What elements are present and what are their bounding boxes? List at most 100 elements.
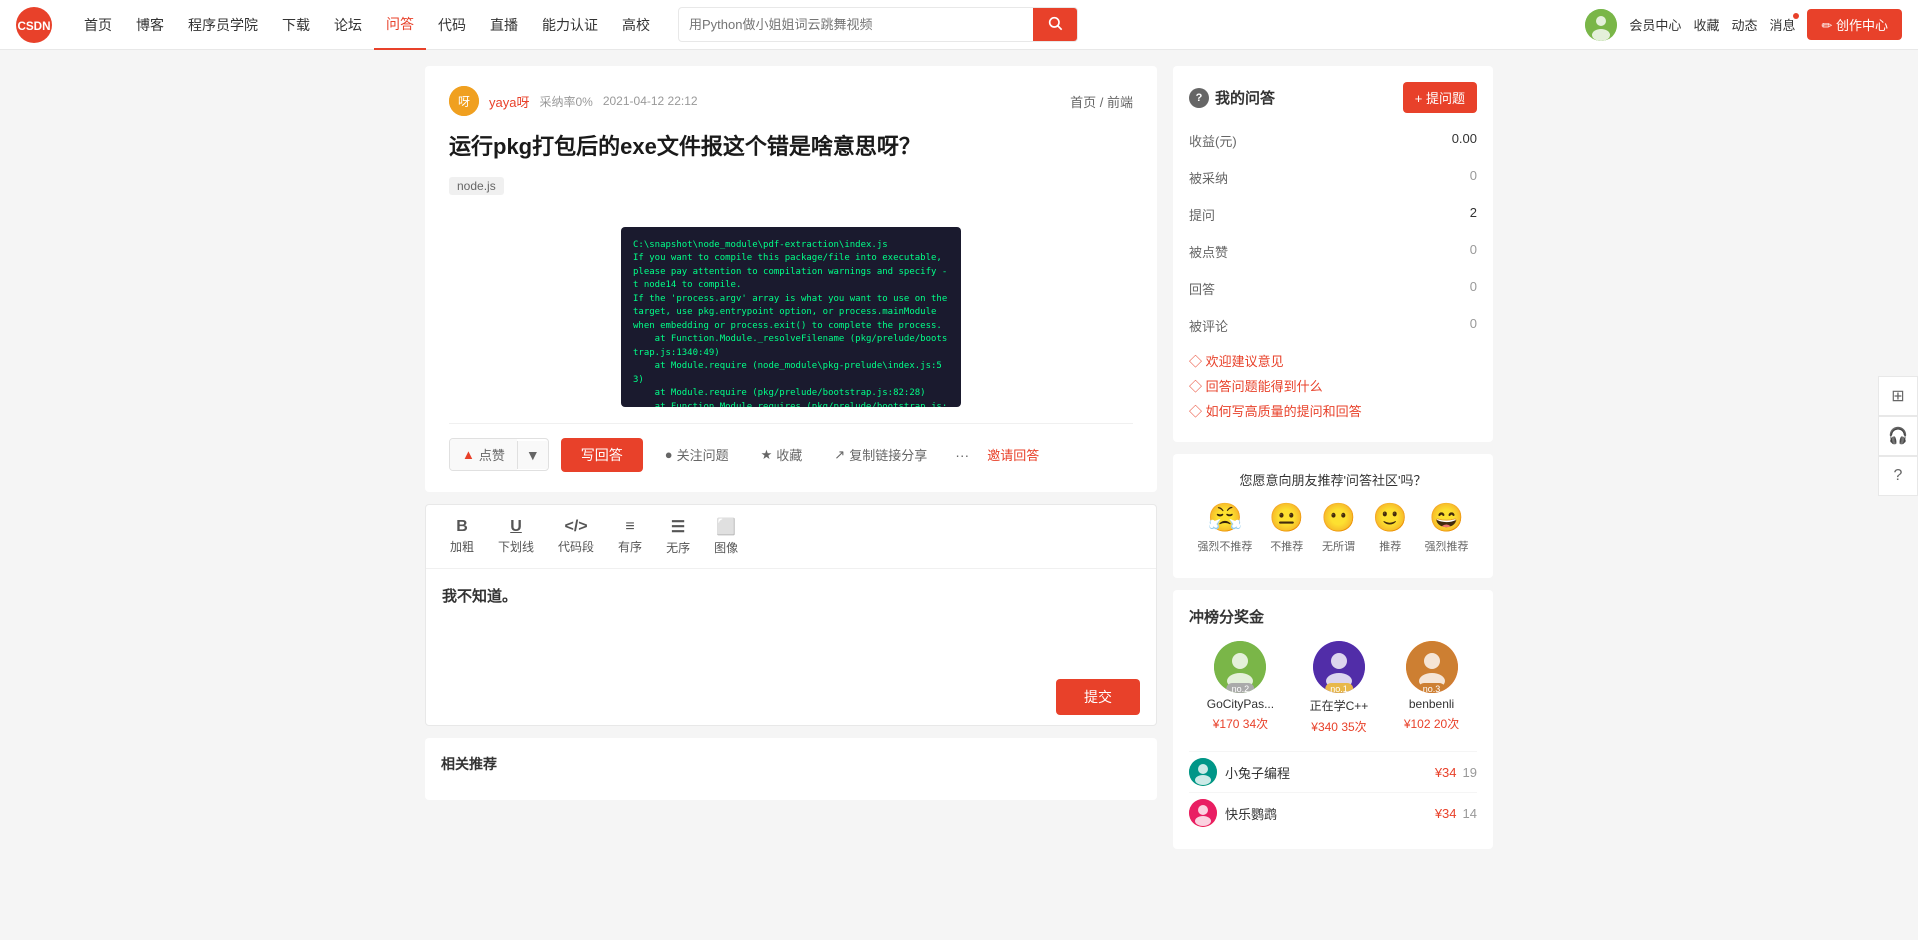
headset-icon: 🎧 <box>1888 426 1908 446</box>
nav-right: 会员中心 收藏 动态 消息 ✏ 创作中心 <box>1585 9 1902 41</box>
star-icon: ★ <box>761 447 773 463</box>
help-float-button[interactable]: ? <box>1878 456 1918 496</box>
stat-label-4: 回答 <box>1189 275 1333 302</box>
nav-message[interactable]: 消息 <box>1769 15 1795 34</box>
emoji-label-0: 强烈不推荐 <box>1197 538 1252 554</box>
upvote-button[interactable]: ▲ 点赞 <box>450 439 517 470</box>
lb-list-item-0: 小兔子编程 ¥34 19 <box>1189 751 1477 792</box>
link-reward[interactable]: 回答问题能得到什么 <box>1189 376 1477 395</box>
follow-button[interactable]: ● 关注问题 <box>655 439 739 470</box>
recommend-card: 您愿意向朋友推荐'问答社区'吗？ 😤 强烈不推荐 😐 不推荐 😶 无所谓 🙂 推… <box>1173 454 1493 578</box>
author-name[interactable]: yaya呀 <box>489 92 529 111</box>
submit-button[interactable]: 提交 <box>1056 679 1140 715</box>
link-feedback[interactable]: 欢迎建议意见 <box>1189 351 1477 370</box>
lb-list-name-1: 快乐鹦鹉 <box>1225 804 1277 823</box>
nav-academy[interactable]: 程序员学院 <box>176 0 270 50</box>
leaderboard-top3: no.2 GoCityPas... ¥170 34次 <box>1189 641 1477 735</box>
nav-live[interactable]: 直播 <box>478 0 530 50</box>
question-tag[interactable]: node.js <box>449 177 504 195</box>
nav-code[interactable]: 代码 <box>426 0 478 50</box>
emoji-indifferent[interactable]: 😶 无所谓 <box>1321 501 1356 554</box>
collect-label: 收藏 <box>776 445 802 464</box>
lb-list-avatar-1[interactable] <box>1189 799 1217 827</box>
float-right-panel: ⊞ 🎧 ? <box>1878 376 1918 496</box>
sidebar-links: 欢迎建议意见 回答问题能得到什么 如何写高质量的提问和回答 <box>1189 351 1477 420</box>
content-area: 呀 yaya呀 采纳率0% 2021-04-12 22:12 首页 / 前端 运… <box>425 66 1157 861</box>
lb-list-cnt-0: 19 <box>1463 765 1477 780</box>
toolbar-code[interactable]: </> 代码段 <box>546 514 606 559</box>
toolbar-ordered[interactable]: ≡ 有序 <box>606 514 654 559</box>
nav-cert[interactable]: 能力认证 <box>530 0 610 50</box>
nav-qa[interactable]: 问答 <box>374 0 426 50</box>
emoji-against[interactable]: 😐 不推荐 <box>1269 501 1304 554</box>
help-icon: ? <box>1894 467 1903 485</box>
more-button[interactable]: ··· <box>949 441 975 469</box>
emoji-strongly-recommend[interactable]: 😄 强烈推荐 <box>1425 501 1469 554</box>
author-avatar: 呀 <box>449 86 479 116</box>
post-time: 2021-04-12 22:12 <box>603 94 698 108</box>
editor-toolbar: B 加粗 U 下划线 </> 代码段 ≡ 有序 ☰ 无序 <box>426 505 1156 569</box>
lb-avatar-3[interactable]: no.3 <box>1406 641 1458 693</box>
rank-badge-2: no.2 <box>1227 683 1255 693</box>
stat-value-4: 0 <box>1333 275 1477 302</box>
lb-rank2: no.2 GoCityPas... ¥170 34次 <box>1207 641 1274 735</box>
create-btn[interactable]: ✏ 创作中心 <box>1807 9 1902 40</box>
toolbar-underline[interactable]: U 下划线 <box>486 514 546 559</box>
nav-blog[interactable]: 博客 <box>124 0 176 50</box>
qa-icon: ? <box>1189 88 1209 108</box>
breadcrumb-home[interactable]: 首页 <box>1070 95 1096 110</box>
question-meta: 呀 yaya呀 采纳率0% 2021-04-12 22:12 首页 / 前端 <box>449 86 1133 116</box>
code-label: 代码段 <box>558 538 594 555</box>
unordered-list-icon: ☰ <box>671 517 685 537</box>
toolbar-image[interactable]: ⬜ 图像 <box>702 513 750 560</box>
lb-list-avatar-0[interactable] <box>1189 758 1217 786</box>
emoji-recommend[interactable]: 🙂 推荐 <box>1373 501 1408 554</box>
reply-button[interactable]: 写回答 <box>561 438 643 472</box>
terminal-content: C:\snapshot\node_module\pdf-extraction\i… <box>633 239 949 407</box>
headset-float-button[interactable]: 🎧 <box>1878 416 1918 456</box>
lb-name-1: 正在学C++ <box>1310 697 1369 714</box>
ask-button[interactable]: + 提问题 <box>1403 82 1477 113</box>
nav-activity[interactable]: 动态 <box>1731 15 1757 34</box>
breadcrumb-frontend[interactable]: 前端 <box>1107 95 1133 110</box>
collect-button[interactable]: ★ 收藏 <box>751 439 813 470</box>
lb-list-right-1: ¥34 14 <box>1435 806 1477 821</box>
nav-forum[interactable]: 论坛 <box>322 0 374 50</box>
search-button[interactable] <box>1033 8 1077 41</box>
lb-avatar-2[interactable]: no.2 <box>1214 641 1266 693</box>
emoji-label-2: 无所谓 <box>1322 538 1355 554</box>
main-layout: 呀 yaya呀 采纳率0% 2021-04-12 22:12 首页 / 前端 运… <box>409 50 1509 877</box>
nav-collect[interactable]: 收藏 <box>1693 15 1719 34</box>
lb-list-cnt-1: 14 <box>1463 806 1477 821</box>
stat-label-0: 收益(元) <box>1189 127 1333 154</box>
share-button[interactable]: ↗ 复制链接分享 <box>824 439 937 470</box>
search-input[interactable] <box>679 11 1033 38</box>
unordered-label: 无序 <box>666 539 690 556</box>
underline-label: 下划线 <box>498 538 534 555</box>
lb-list-name-0: 小兔子编程 <box>1225 763 1290 782</box>
nav-school[interactable]: 高校 <box>610 0 662 50</box>
emoji-label-1: 不推荐 <box>1270 538 1303 554</box>
downvote-button[interactable]: ▼ <box>518 441 548 469</box>
stat-label-5: 被评论 <box>1189 312 1333 339</box>
nav-home[interactable]: 首页 <box>72 0 124 50</box>
nav-membership[interactable]: 会员中心 <box>1629 15 1681 34</box>
link-quality[interactable]: 如何写高质量的提问和回答 <box>1189 401 1477 420</box>
follow-icon: ● <box>665 447 673 462</box>
toolbar-unordered[interactable]: ☰ 无序 <box>654 513 702 560</box>
logo[interactable]: CSDN <box>16 7 52 43</box>
ordered-label: 有序 <box>618 538 642 555</box>
toolbar-bold[interactable]: B 加粗 <box>438 514 486 559</box>
emoji-strongly-against[interactable]: 😤 强烈不推荐 <box>1197 501 1252 554</box>
user-avatar[interactable] <box>1585 9 1617 41</box>
nav-download[interactable]: 下载 <box>270 0 322 50</box>
editor-content[interactable]: 我不知道。 <box>426 569 1156 669</box>
stat-label-2: 提问 <box>1189 201 1333 228</box>
breadcrumb: 首页 / 前端 <box>1070 92 1133 111</box>
lb-avatar-1[interactable]: no.1 <box>1313 641 1365 693</box>
invite-button[interactable]: 邀请回答 <box>987 445 1039 464</box>
lb-prize-3: ¥102 20次 <box>1404 715 1459 732</box>
grid-float-button[interactable]: ⊞ <box>1878 376 1918 416</box>
lb-prize-2: ¥170 34次 <box>1213 715 1268 732</box>
lb-list-right-0: ¥34 19 <box>1435 765 1477 780</box>
